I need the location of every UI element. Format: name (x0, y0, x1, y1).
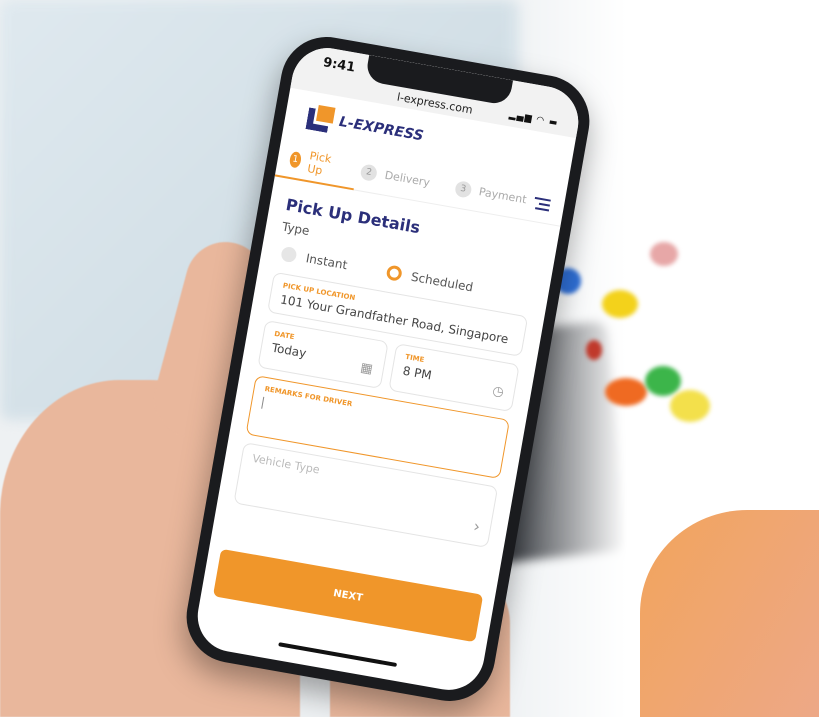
step-number: 3 (453, 179, 473, 199)
text-caret (261, 396, 265, 409)
candy (586, 340, 602, 360)
home-indicator (278, 642, 398, 667)
candy (670, 390, 710, 422)
step-number: 2 (359, 162, 379, 182)
candy (602, 290, 638, 318)
clock-icon: ◷ (491, 383, 505, 401)
candy (650, 242, 678, 266)
status-time: 9:41 (321, 55, 357, 76)
next-button[interactable]: NEXT (212, 548, 484, 643)
tab-label: Payment (477, 185, 528, 207)
step-number: 1 (288, 150, 303, 169)
radio-circle-icon (280, 245, 298, 264)
chevron-right-icon: › (472, 516, 482, 537)
radio-label: Scheduled (410, 269, 475, 294)
logo-text: L-EXPRESS (337, 113, 425, 145)
calendar-icon: ▦ (359, 360, 374, 378)
tab-pick-up[interactable]: 1 Pick Up (288, 145, 338, 179)
radio-instant[interactable]: Instant (280, 245, 349, 272)
candy (605, 378, 647, 406)
radio-label: Instant (304, 250, 349, 272)
menu-icon[interactable] (533, 194, 551, 212)
tab-delivery[interactable]: 2 Delivery (359, 162, 431, 191)
radio-scheduled[interactable]: Scheduled (385, 264, 474, 294)
radio-selected-icon (385, 264, 403, 282)
tab-label: Delivery (383, 168, 431, 190)
candy (645, 366, 681, 396)
logo-icon (305, 103, 337, 133)
tab-payment[interactable]: 3 Payment (453, 179, 528, 208)
tab-label: Pick Up (306, 148, 333, 177)
